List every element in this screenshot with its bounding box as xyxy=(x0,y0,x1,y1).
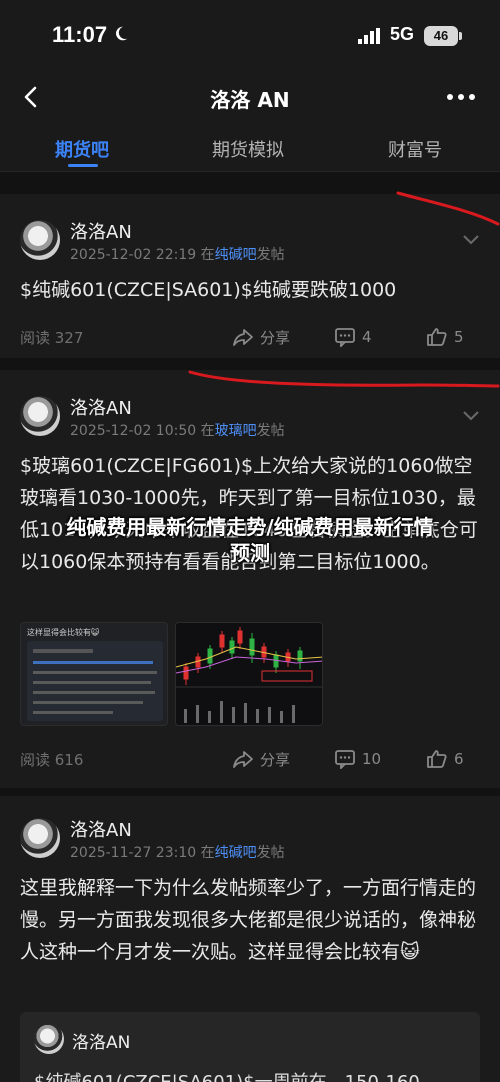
meta-in: 在 xyxy=(200,423,215,439)
read-count: 阅读 327 xyxy=(20,329,84,347)
image-thumbnail-chart[interactable] xyxy=(175,622,323,726)
comment-count: 10 xyxy=(362,750,382,768)
comment-count: 4 xyxy=(362,328,372,346)
chevron-down-icon[interactable] xyxy=(462,410,480,422)
post-text[interactable]: $纯碱601(CZCE|SA601)$纯碱要跌破1000 xyxy=(20,274,480,306)
status-bar: 11:07 5G 46 xyxy=(0,0,500,70)
moon-icon xyxy=(116,26,128,41)
meta-posted: 发帖 xyxy=(256,845,285,861)
board-link[interactable]: 纯碱吧 xyxy=(215,845,257,861)
post-stats: 阅读 327 分享 4 5 xyxy=(0,322,500,352)
battery-tip xyxy=(459,32,462,40)
post-text[interactable]: 这里我解释一下为什么发帖频率少了，一方面行情走的慢。另一方面我发现很多大佬都是很… xyxy=(20,872,480,968)
tab-wealth[interactable]: 财富号 xyxy=(388,136,442,162)
tab-active-indicator xyxy=(68,164,98,167)
like-count: 6 xyxy=(454,750,464,768)
tab-futures-bar[interactable]: 期货吧 xyxy=(55,136,109,162)
tab-futures-sim[interactable]: 期货模拟 xyxy=(212,136,284,162)
avatar[interactable] xyxy=(20,818,60,858)
like-button[interactable]: 6 xyxy=(426,744,464,774)
like-button[interactable]: 5 xyxy=(426,322,464,352)
thumbnail-quote-block xyxy=(27,641,163,721)
share-icon xyxy=(233,329,253,346)
overlay-title: 纯碱费用最新行情走势/纯碱费用最新行情预测 xyxy=(66,515,434,565)
candlestick-chart-icon xyxy=(176,623,322,725)
post-datetime: 2025-12-02 22:19 xyxy=(70,247,197,263)
chevron-down-icon[interactable] xyxy=(462,234,480,246)
network-label: 5G xyxy=(390,24,415,44)
status-time: 11:07 xyxy=(52,22,108,47)
share-label: 分享 xyxy=(260,750,291,769)
battery-icon: 46 xyxy=(424,26,458,46)
quote-author: 洛洛AN xyxy=(72,1033,131,1053)
more-options-icon[interactable] xyxy=(444,86,478,108)
meta-posted: 发帖 xyxy=(256,423,285,439)
share-button[interactable]: 分享 xyxy=(232,322,290,352)
comment-icon xyxy=(335,750,355,769)
author-name[interactable]: 洛洛AN xyxy=(70,394,132,420)
thumbs-up-icon xyxy=(427,328,447,346)
thumbnail-caption: 这样显得会比较有😺 xyxy=(27,628,100,637)
comment-icon xyxy=(335,328,355,347)
comment-button[interactable]: 4 xyxy=(334,322,372,352)
meta-posted: 发帖 xyxy=(256,247,285,263)
board-link[interactable]: 纯碱吧 xyxy=(215,247,257,263)
image-thumbnail-screenshot[interactable]: 这样显得会比较有😺 xyxy=(20,622,168,726)
meta-in: 在 xyxy=(200,845,215,861)
post-meta: 2025-12-02 10:50 在玻璃吧发帖 xyxy=(70,420,285,440)
share-button[interactable]: 分享 xyxy=(232,744,290,774)
post-card[interactable]: 洛洛AN 2025-12-02 22:19 在纯碱吧发帖 $纯碱601(CZCE… xyxy=(0,194,500,358)
post-datetime: 2025-12-02 10:50 xyxy=(70,423,197,439)
quoted-post[interactable]: 洛洛AN $纯碱601(CZCE|SA601)$一周前在，150-160 xyxy=(20,1012,480,1082)
signal-icon xyxy=(358,28,380,44)
like-count: 5 xyxy=(454,328,464,346)
board-link[interactable]: 玻璃吧 xyxy=(215,423,257,439)
share-icon xyxy=(233,751,253,768)
post-meta: 2025-11-27 23:10 在纯碱吧发帖 xyxy=(70,842,285,862)
read-count: 阅读 616 xyxy=(20,751,84,769)
avatar[interactable] xyxy=(20,396,60,436)
quote-text: $纯碱601(CZCE|SA601)$一周前在，150-160 xyxy=(34,1068,474,1082)
post-datetime: 2025-11-27 23:10 xyxy=(70,845,197,861)
avatar[interactable] xyxy=(20,220,60,260)
thumbs-up-icon xyxy=(427,750,447,768)
page-title: 洛洛 AN xyxy=(210,88,290,112)
meta-in: 在 xyxy=(200,247,215,263)
share-label: 分享 xyxy=(260,328,291,347)
quote-avatar xyxy=(34,1024,64,1054)
author-name[interactable]: 洛洛AN xyxy=(70,218,132,244)
nav-bar: 洛洛 AN xyxy=(0,70,500,124)
battery-level: 46 xyxy=(433,28,449,43)
comment-button[interactable]: 10 xyxy=(334,744,381,774)
post-meta: 2025-12-02 22:19 在纯碱吧发帖 xyxy=(70,244,285,264)
post-stats: 阅读 616 分享 10 6 xyxy=(0,744,500,774)
author-name[interactable]: 洛洛AN xyxy=(70,816,132,842)
